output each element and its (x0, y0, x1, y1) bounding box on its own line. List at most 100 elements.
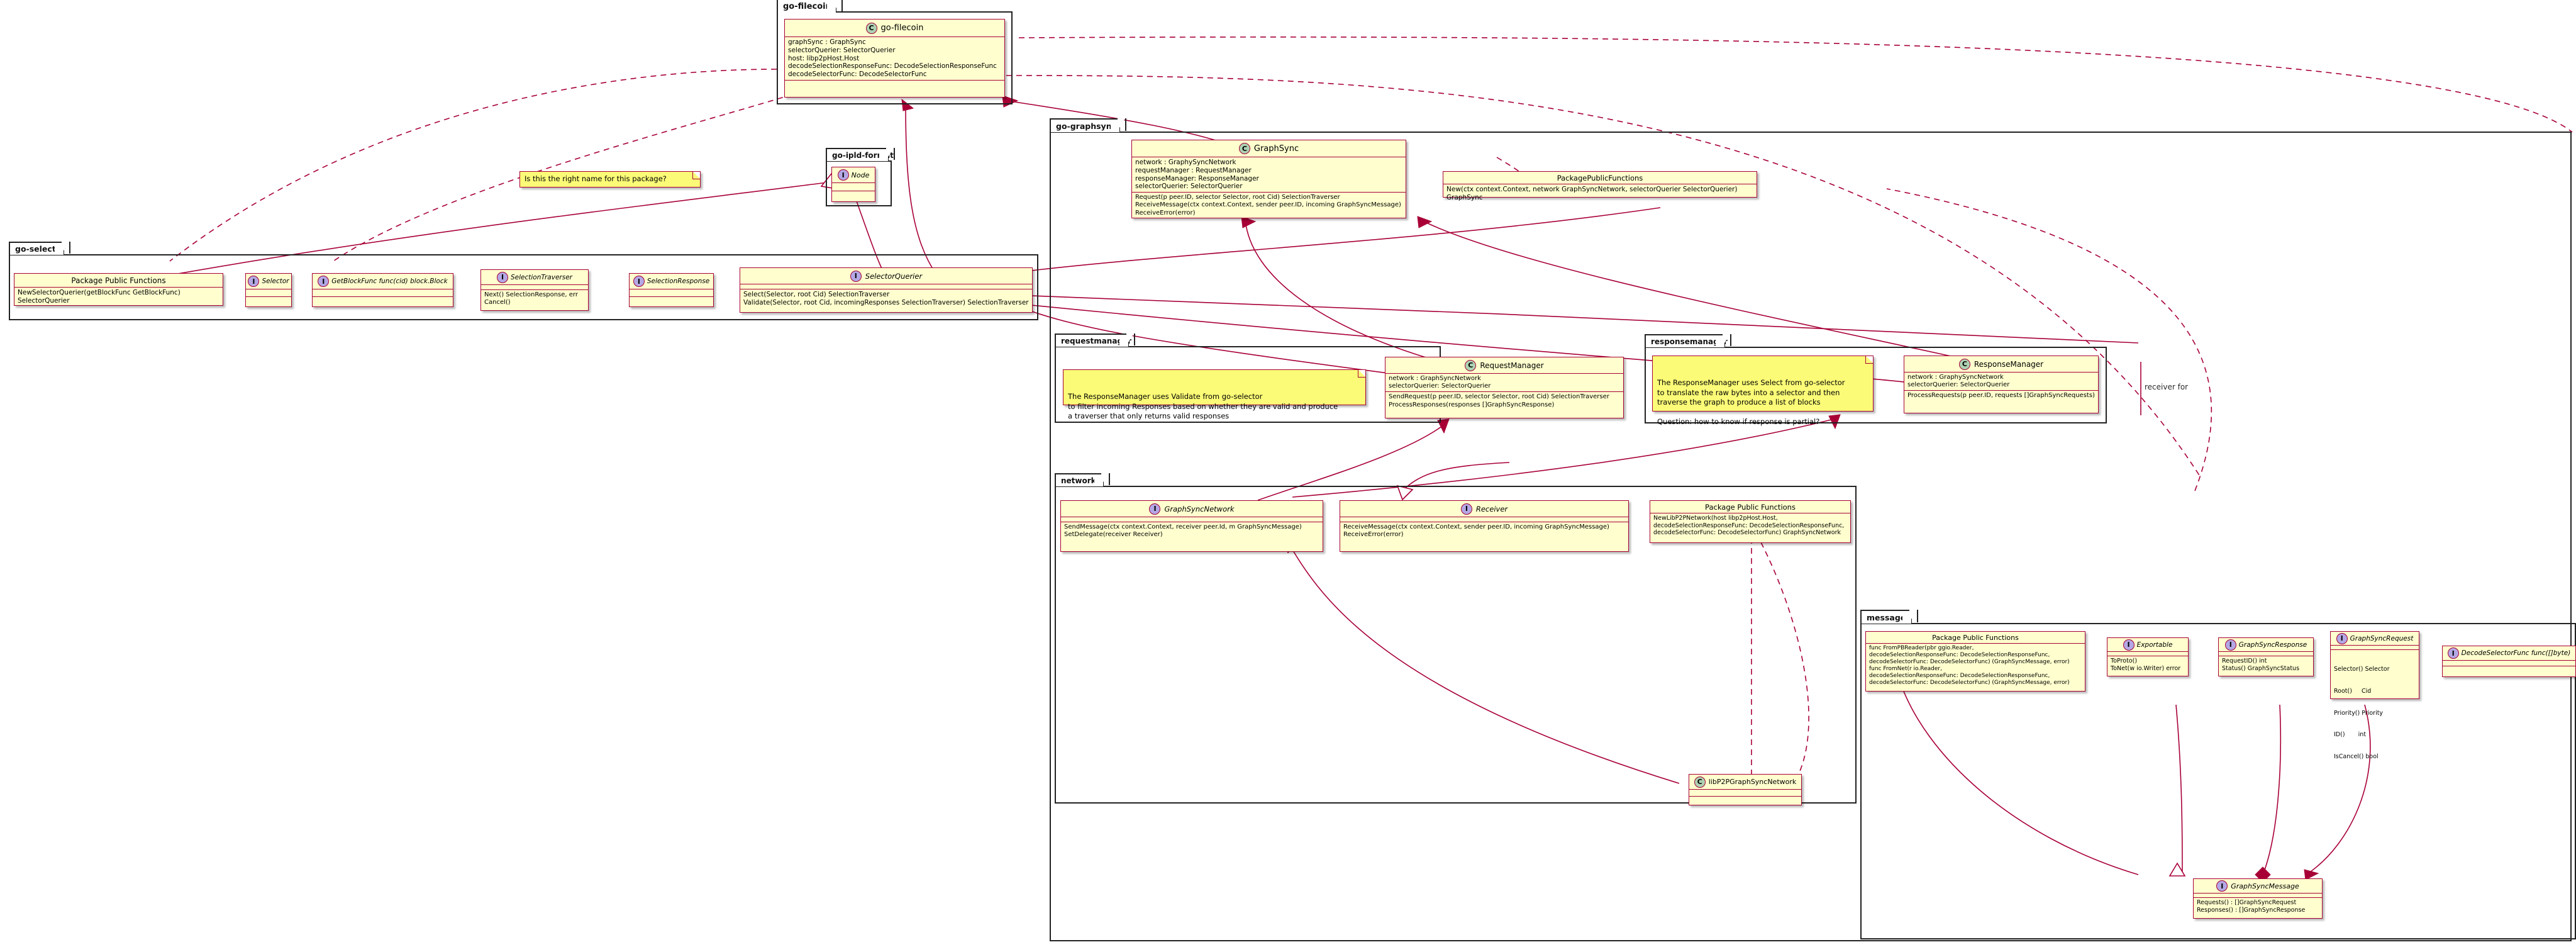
package-responsemanager-label: responsemanager (1651, 337, 1728, 346)
interface-decode-selector-func-fields (2443, 661, 2575, 666)
interface-stereotype-icon: I (248, 276, 260, 287)
method: SendMessage(ctx context.Context, receive… (1064, 524, 1302, 530)
note-fold-icon (1358, 370, 1365, 378)
interface-exportable[interactable]: I Exportable ToProto() ToNet(w io.Writer… (2107, 637, 2189, 676)
class-request-manager-methods: SendRequest(p peer.ID, selector Selector… (1385, 392, 1623, 410)
field: selectorQuerier: SelectorQuerier (1135, 182, 1243, 191)
interface-getblockfunc-title: GetBlockFunc func(cid) block.Block (331, 277, 448, 285)
package-message-label: message (1867, 612, 1906, 622)
interface-stereotype-icon: I (1460, 503, 1472, 515)
method: SendRequest(p peer.ID, selector Selector… (1389, 393, 1609, 401)
interface-selector-header: I Selector (246, 274, 291, 289)
class-libp2p-graphsync-network[interactable]: C libP2PGraphSyncNetwork (1689, 774, 1802, 805)
class-libp2p-graphsync-network-title: libP2PGraphSyncNetwork (1708, 778, 1797, 786)
class-network-package-public-functions[interactable]: Package Public Functions NewLibP2PNetwor… (1650, 500, 1851, 543)
class-response-manager-fields: network : GraphySyncNetwork selectorQuer… (1904, 373, 2098, 391)
tab-fold-icon (1909, 610, 1918, 622)
interface-stereotype-icon: I (1149, 503, 1161, 515)
interface-getblockfunc[interactable]: I GetBlockFunc func(cid) block.Block (312, 273, 453, 307)
interface-getblockfunc-fields (313, 289, 453, 297)
field: selectorQuerier: SelectorQuerier (1907, 381, 2010, 389)
method: ReceiveMessage(ctx context.Context, send… (1135, 201, 1401, 209)
class-response-manager[interactable]: C ResponseManager network : GraphySyncNe… (1904, 356, 2099, 413)
class-go-filecoin-methods (785, 81, 1004, 89)
interface-node[interactable]: I Node (831, 167, 875, 202)
class-go-filecoin-title: go-filecoin (880, 23, 924, 33)
class-request-manager-title: RequestManager (1480, 361, 1544, 370)
interface-exportable-title: Exportable (2136, 641, 2173, 649)
interface-graphsync-network-header: I GraphSyncNetwork (1061, 501, 1323, 517)
interface-graphsync-message[interactable]: I GraphSyncMessage Requests() : []GraphS… (2193, 878, 2323, 919)
interface-selector-querier-methods: Select(Selector, root Cid) SelectionTrav… (740, 289, 1032, 308)
package-requestmanager-tab: requestmanager (1055, 333, 1135, 347)
interface-decode-selector-func-header: I DecodeSelectorFunc func([]byte) (2443, 646, 2575, 661)
class-go-filecoin[interactable]: C go-filecoin graphSync : GraphSync sele… (784, 19, 1005, 98)
interface-decode-selector-func[interactable]: I DecodeSelectorFunc func([]byte) (2442, 646, 2576, 677)
method: decodeSelectionResponseFunc: DecodeSelec… (1653, 522, 1845, 529)
class-selector-package-public-functions[interactable]: Package Public Functions NewSelectorQuer… (14, 273, 223, 306)
class-stereotype-icon: C (1238, 143, 1250, 154)
interface-graphsync-request[interactable]: I GraphSyncRequest Selector() Selector R… (2330, 631, 2419, 760)
interface-stereotype-icon: I (2224, 639, 2236, 651)
interface-graphsync-response[interactable]: I GraphSyncResponse RequestID() int Stat… (2218, 637, 2314, 676)
method: ProcessRequests(p peer.ID, requests []Gr… (1907, 392, 2095, 400)
class-request-manager-fields: network : GraphSyncNetwork selectorQueri… (1385, 374, 1623, 393)
method: SetDelegate(receiver Receiver) (1064, 531, 1163, 539)
interface-receiver-header: I Receiver (1340, 501, 1628, 517)
class-graphsync[interactable]: C GraphSync network : GraphySyncNetwork … (1131, 140, 1406, 218)
field: network : GraphySyncNetwork (1135, 159, 1236, 166)
method: ReceiveMessage(ctx context.Context, send… (1343, 524, 1609, 530)
interface-selection-response[interactable]: I SelectionResponse (629, 273, 714, 307)
interface-graphsync-message-header: I GraphSyncMessage (2194, 879, 2322, 894)
interface-graphsync-network[interactable]: I GraphSyncNetwork SendMessage(ctx conte… (1060, 500, 1323, 552)
interface-decode-selector-func-title: DecodeSelectorFunc func([]byte) (2461, 649, 2571, 657)
interface-exportable-header: I Exportable (2107, 638, 2188, 652)
interface-selector-querier[interactable]: I SelectorQuerier Select(Selector, root … (740, 267, 1033, 313)
interface-selection-response-fields (630, 289, 713, 297)
interface-selection-traverser-header: I SelectionTraverser (481, 270, 588, 285)
interface-graphsync-response-title: GraphSyncResponse (2238, 641, 2307, 649)
message-pkgfuncs-title: Package Public Functions (1932, 633, 2019, 642)
interface-receiver[interactable]: I Receiver ReceiveMessage(ctx context.Co… (1340, 500, 1629, 552)
field: responseManager: ResponseManager (1135, 174, 1259, 182)
class-message-package-public-functions[interactable]: Package Public Functions func FromPBRead… (1865, 631, 2085, 692)
tab-fold-icon (1101, 473, 1110, 485)
interface-selection-traverser-title: SelectionTraverser (511, 273, 572, 281)
note-fold-icon (1865, 356, 1873, 364)
method: decodeSelectionResponseFunc: DecodeSelec… (1869, 651, 2050, 658)
interface-selector[interactable]: I Selector (245, 273, 292, 307)
method: Next() SelectionResponse, err (484, 291, 578, 298)
note-fold-icon (692, 172, 700, 179)
class-go-filecoin-fields: graphSync : GraphSync selectorQuerier: S… (785, 37, 1004, 81)
tab-fold-icon (1126, 333, 1135, 345)
class-response-manager-title: ResponseManager (1974, 359, 2044, 369)
package-message-tab: message (1860, 610, 1918, 624)
pkgfuncs-header: Package Public Functions (14, 274, 223, 288)
method: New(ctx context.Context, network GraphSy… (1446, 186, 1738, 201)
interface-stereotype-icon: I (633, 276, 645, 287)
interface-stereotype-icon: I (837, 169, 849, 181)
message-pkgfuncs-header: Package Public Functions (1866, 632, 2085, 644)
class-go-filecoin-header: C go-filecoin (785, 20, 1004, 37)
package-requestmanager-label: requestmanager (1061, 336, 1132, 345)
method: Request(p peer.ID, selector Selector, ro… (1135, 194, 1340, 201)
field: decodeSelectionResponseFunc: DecodeSelec… (788, 62, 997, 70)
interface-stereotype-icon: I (850, 270, 862, 282)
class-stereotype-icon: C (1694, 776, 1706, 788)
package-go-filecoin-tab: go-filecoin (777, 0, 843, 13)
class-libp2p-graphsync-network-fields (1689, 790, 1801, 797)
method: func FromPBReader(pbr ggio.Reader, (1869, 645, 1974, 651)
interface-stereotype-icon: I (2123, 639, 2135, 651)
interface-selection-traverser[interactable]: I SelectionTraverser Next() SelectionRes… (480, 269, 589, 311)
interface-selection-response-methods (630, 297, 713, 305)
class-graphsync-header: C GraphSync (1132, 140, 1406, 157)
class-graphsync-title: GraphSync (1253, 143, 1299, 154)
field: selectorQuerier: SelectorQuerier (1389, 383, 1491, 390)
class-request-manager[interactable]: C RequestManager network : GraphSyncNetw… (1385, 357, 1624, 418)
field: network : GraphySyncNetwork (1907, 374, 2004, 381)
class-response-manager-methods: ProcessRequests(p peer.ID, requests []Gr… (1904, 391, 2098, 401)
interface-selection-response-title: SelectionResponse (647, 277, 710, 285)
tab-fold-icon (1118, 118, 1126, 131)
class-graphsync-package-public-functions[interactable]: PackagePublicFunctions New(ctx context.C… (1443, 171, 1757, 201)
note-text: The ResponseManager uses Select from go-… (1657, 378, 1845, 427)
